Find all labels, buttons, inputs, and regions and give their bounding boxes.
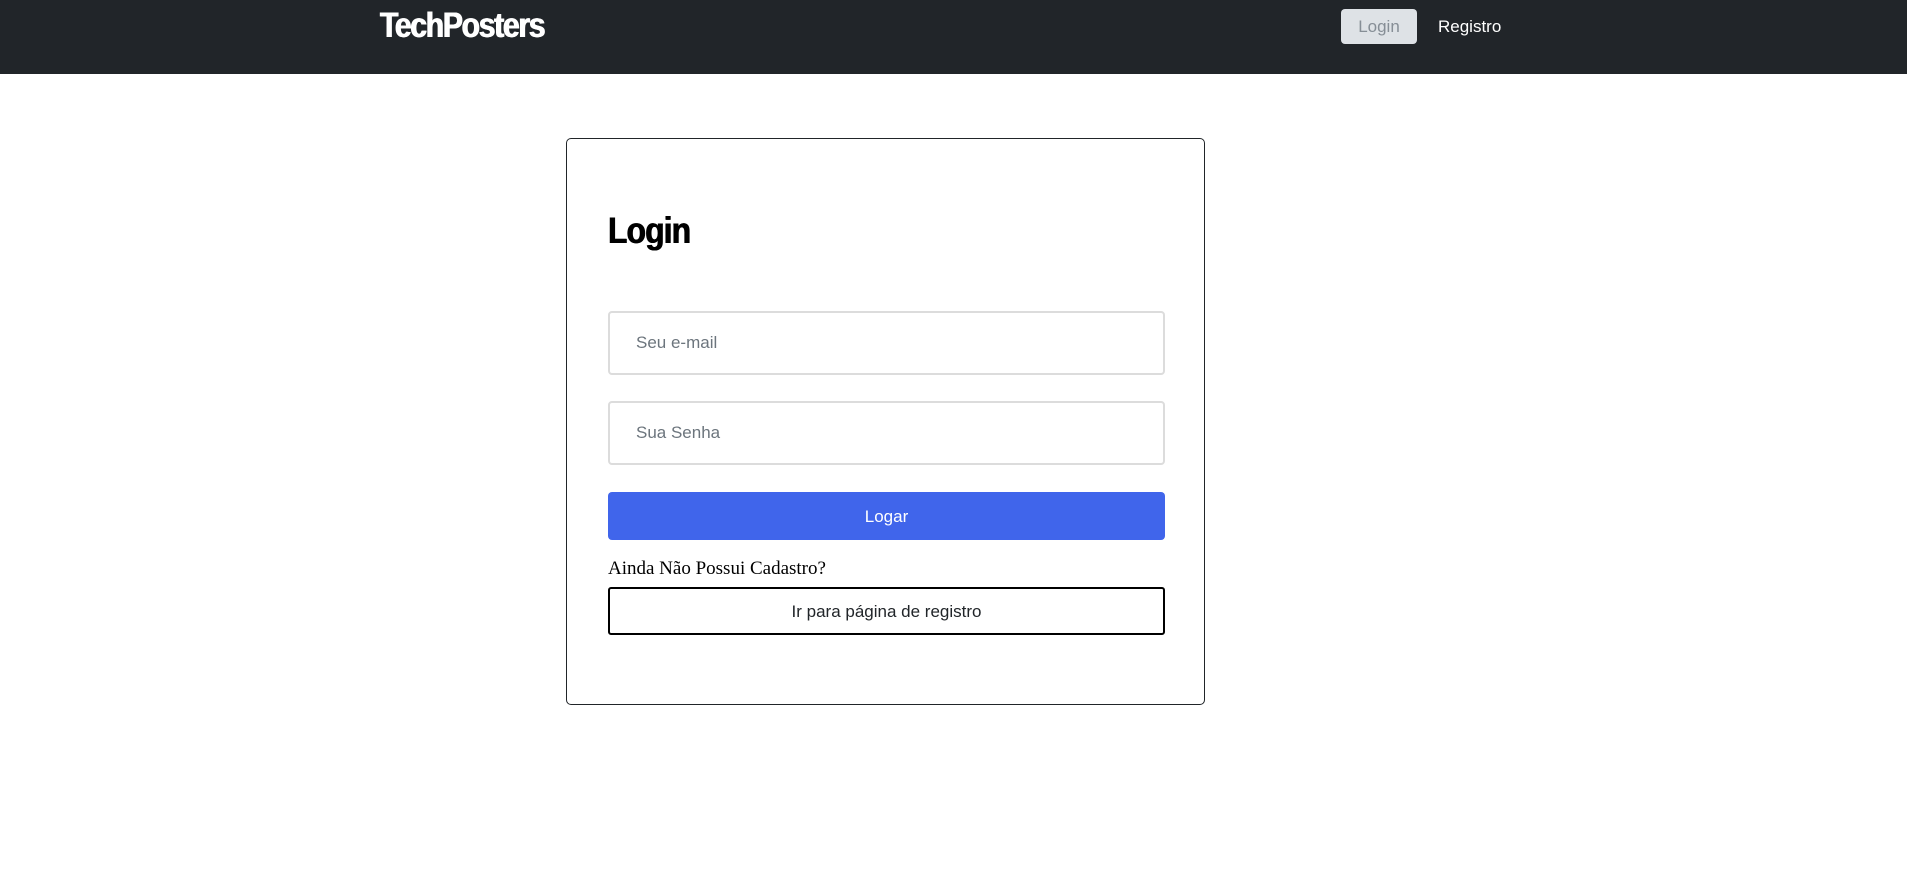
brand-logo[interactable]: TechPosters bbox=[380, 6, 546, 46]
nav-registro-link[interactable]: Registro bbox=[1438, 9, 1501, 44]
go-to-register-button[interactable]: Ir para página de registro bbox=[608, 587, 1165, 635]
login-card: Login Logar Ainda Não Possui Cadastro? I… bbox=[566, 138, 1205, 705]
password-input[interactable] bbox=[608, 401, 1165, 465]
top-navbar: TechPosters Login Registro bbox=[0, 0, 1907, 74]
email-input[interactable] bbox=[608, 311, 1165, 375]
nav-login-button[interactable]: Login bbox=[1341, 9, 1417, 44]
register-prompt: Ainda Não Possui Cadastro? bbox=[608, 558, 826, 579]
login-title: Login bbox=[608, 210, 691, 251]
login-submit-button[interactable]: Logar bbox=[608, 492, 1165, 540]
